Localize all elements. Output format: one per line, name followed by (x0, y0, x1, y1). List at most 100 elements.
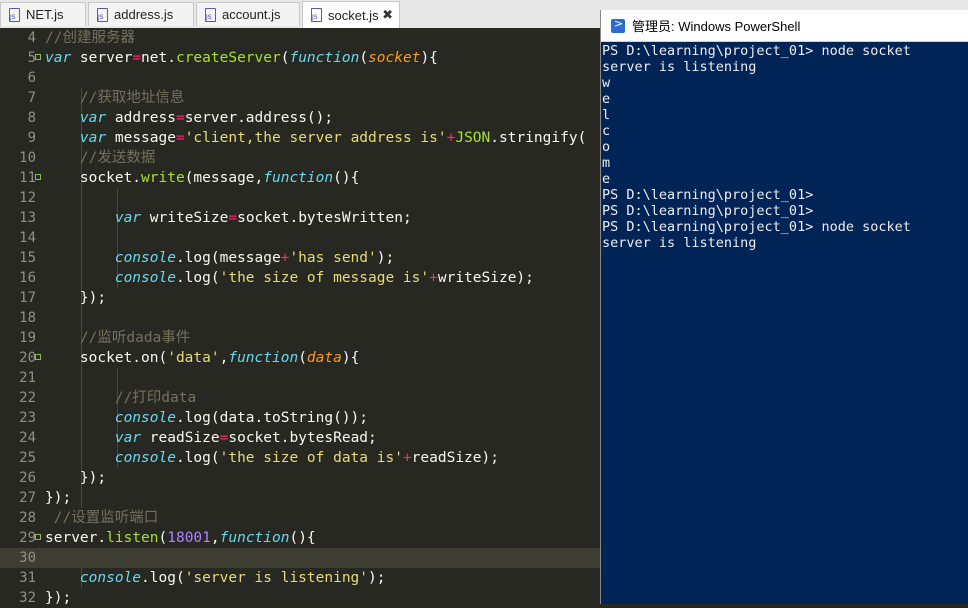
line-number: 29 (19, 530, 36, 546)
code-token: console (114, 270, 176, 286)
code-text: var writeSize=socket.bytesWritten; (45, 208, 412, 228)
code-token: console (79, 570, 142, 586)
code-token: //监听dada事件 (79, 330, 191, 346)
code-token: ); (376, 250, 395, 266)
code-token: .log( (175, 270, 220, 286)
terminal-line: l (602, 107, 611, 123)
code-token: writeSize (141, 210, 229, 226)
tab-account-js[interactable]: account.js (196, 2, 300, 26)
code-token: 'server is listening' (184, 570, 369, 586)
code-token: ( (298, 350, 307, 366)
js-file-icon (205, 7, 216, 22)
code-token: 'the size of message is' (219, 270, 430, 286)
line-number: 16 (19, 270, 36, 286)
tab-socket-js[interactable]: socket.js ✖ (302, 1, 400, 28)
code-text: var message='client,the server address i… (45, 128, 586, 148)
code-text: //打印data (45, 388, 196, 408)
line-number: 31 (19, 570, 36, 586)
terminal-line: server is listening (602, 59, 757, 75)
line-number: 26 (19, 470, 36, 486)
code-token: readSize); (411, 450, 499, 466)
window-title: 管理员: Windows PowerShell (632, 19, 801, 34)
line-number: 19 (19, 330, 36, 346)
code-token: 'client,the server address is' (184, 130, 447, 146)
code-token: .log(message (175, 250, 281, 266)
line-number: 18 (19, 310, 36, 326)
powershell-window[interactable]: 管理员: Windows PowerShell PS D:\learning\p… (600, 10, 968, 604)
terminal-line: e (602, 91, 611, 107)
code-text: }); (45, 488, 71, 508)
fold-marker-icon[interactable] (35, 174, 41, 180)
code-token: //设置监听端口 (53, 510, 159, 526)
code-token: createServer (175, 50, 281, 66)
line-number: 4 (27, 30, 36, 46)
code-token: var (79, 110, 107, 126)
js-file-icon (9, 7, 20, 22)
terminal-line: m (602, 155, 611, 171)
code-token: }); (45, 290, 107, 306)
code-token: readSize (141, 430, 220, 446)
code-token: = (228, 210, 238, 226)
code-token: function (289, 50, 360, 66)
code-text: //设置监听端口 (45, 508, 158, 528)
fold-marker-icon[interactable] (35, 54, 41, 60)
js-file-icon (311, 8, 322, 22)
close-icon[interactable]: ✖ (382, 7, 393, 23)
fold-marker-icon[interactable] (35, 534, 41, 540)
code-token: .log( (141, 570, 185, 586)
terminal-line: w (602, 75, 611, 91)
code-text: console.log(message+'has send'); (45, 248, 394, 268)
code-token: }); (45, 490, 72, 506)
tab-address-js[interactable]: address.js (88, 2, 194, 26)
code-token: 18001 (167, 530, 211, 546)
code-token: ){ (420, 50, 438, 66)
code-token: .log( (175, 450, 220, 466)
line-number: 28 (19, 510, 36, 526)
powershell-titlebar[interactable]: 管理员: Windows PowerShell (601, 10, 968, 42)
code-token: write (141, 170, 185, 186)
line-number: 6 (27, 70, 36, 86)
line-number: 7 (27, 90, 36, 106)
code-token: (){ (289, 530, 316, 546)
code-token: 'the size of data is' (219, 450, 403, 466)
code-token: console (114, 250, 176, 266)
code-text: }); (45, 288, 106, 308)
terminal-output[interactable]: PS D:\learning\project_01> node socket se… (601, 42, 968, 251)
tab-label: address.js (114, 7, 174, 22)
code-token: //获取地址信息 (79, 90, 185, 106)
line-number: 15 (19, 250, 36, 266)
code-token: function (263, 170, 334, 186)
code-token: var (114, 210, 142, 226)
code-token: console (114, 450, 176, 466)
line-number: 20 (19, 350, 36, 366)
code-text: //获取地址信息 (45, 88, 184, 108)
terminal-line: PS D:\learning\project_01> node socket (602, 43, 911, 59)
fold-marker-icon[interactable] (35, 354, 41, 360)
powershell-icon (611, 17, 625, 33)
code-text: var address=server.address(); (45, 108, 333, 128)
code-token: socket. (45, 170, 142, 186)
line-number: 24 (19, 430, 36, 446)
code-token: //创建服务器 (45, 30, 135, 46)
code-token: JSON (455, 130, 491, 146)
code-token: net. (141, 50, 176, 66)
line-number: 27 (19, 490, 36, 506)
line-number: 11 (19, 170, 36, 186)
code-token: function (228, 350, 299, 366)
tab-label: socket.js (328, 7, 379, 23)
code-text: socket.on('data',function(data){ (45, 348, 359, 368)
code-token: ( (359, 50, 369, 66)
tab-net-js[interactable]: NET.js (0, 2, 86, 26)
code-token: //发送数据 (79, 150, 156, 166)
code-token: .stringify( (490, 130, 587, 146)
code-token: + (402, 450, 412, 466)
line-number: 13 (19, 210, 36, 226)
